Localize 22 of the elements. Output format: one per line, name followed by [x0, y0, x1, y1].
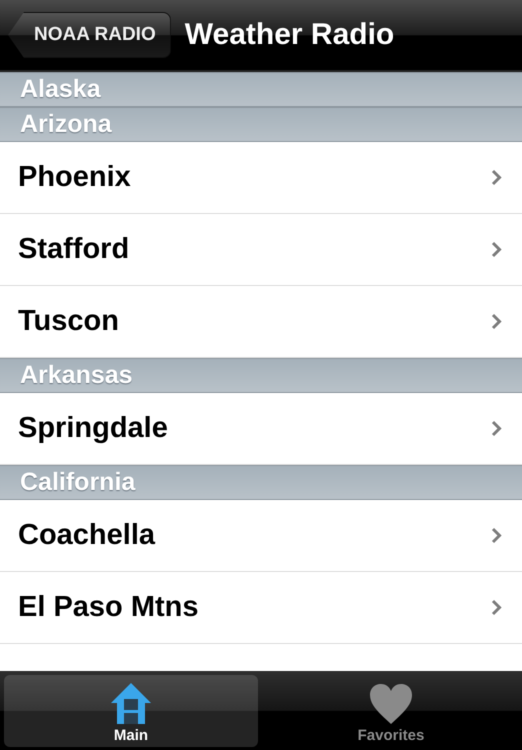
section-header: Arizona	[0, 107, 522, 142]
back-button[interactable]: NOAA RADIO	[8, 12, 171, 58]
tab[interactable]: Main	[4, 675, 258, 747]
row-label: Stafford	[18, 233, 130, 266]
row-label: Phoenix	[18, 161, 131, 194]
screen-title: Weather Radio	[184, 18, 394, 52]
row-label: Springdale	[18, 412, 168, 445]
heart-icon	[369, 683, 413, 725]
house-icon	[110, 681, 152, 725]
tab[interactable]: Favorites	[264, 675, 518, 747]
section-header: Arkansas	[0, 358, 522, 393]
chevron-icon	[491, 420, 502, 437]
chevron-icon	[491, 599, 502, 616]
section-header: Alaska	[0, 72, 522, 107]
row-label: Coachella	[18, 519, 155, 552]
row-label: El Paso Mtns	[18, 591, 198, 624]
chevron-icon	[491, 169, 502, 186]
chevron-icon	[491, 241, 502, 258]
row-label: Tuscon	[18, 305, 119, 338]
chevron-icon	[491, 527, 502, 544]
chevron-icon	[491, 313, 502, 330]
section-header: California	[0, 465, 522, 500]
